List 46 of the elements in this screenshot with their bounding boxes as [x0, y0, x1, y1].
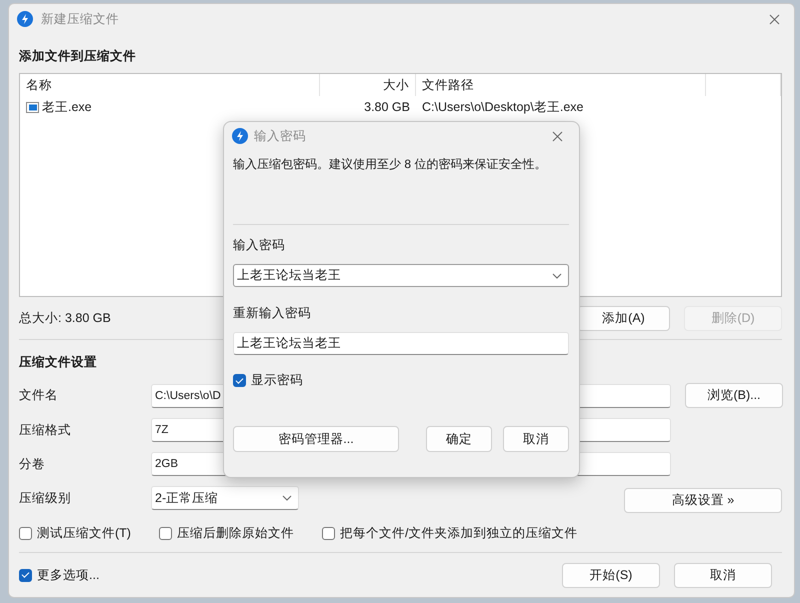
- field-label: 重新输入密码: [233, 305, 312, 322]
- total-size: 总大小: 3.80 GB: [19, 310, 111, 326]
- dialog-title: 输入密码: [254, 128, 307, 144]
- app-logo-icon: [232, 128, 248, 144]
- checkbox-label[interactable]: 更多选项...: [37, 566, 100, 584]
- checkbox[interactable]: [19, 527, 32, 540]
- section-heading: 添加文件到压缩文件: [19, 48, 137, 65]
- ok-button[interactable]: 确定: [426, 426, 492, 452]
- column-header[interactable]: 名称: [20, 74, 320, 96]
- dropdown[interactable]: 2-正常压缩: [151, 486, 299, 510]
- checkbox[interactable]: [233, 374, 246, 387]
- password-combo-box[interactable]: 上老王论坛当老王: [233, 264, 569, 287]
- column-header[interactable]: 大小: [320, 74, 416, 96]
- cancel-button[interactable]: 取消: [503, 426, 569, 452]
- advanced-settings-button[interactable]: 高级设置 »: [624, 488, 782, 513]
- field-label: 分卷: [19, 456, 46, 472]
- password-manager-button[interactable]: 密码管理器...: [233, 426, 399, 452]
- file-path: C:\Users\o\Desktop\老王.exe: [421, 98, 584, 116]
- dialog-message: 输入压缩包密码。建议使用至少 8 位的密码来保证安全性。: [233, 156, 548, 173]
- start-button[interactable]: 开始(S): [562, 562, 660, 588]
- field-label: 压缩级别: [19, 490, 72, 506]
- window-title: 新建压缩文件: [41, 10, 120, 28]
- file-icon: [26, 102, 39, 112]
- input-field[interactable]: 上老王论坛当老王: [233, 332, 569, 355]
- field-label: 文件名: [19, 387, 59, 404]
- field-label: 压缩格式: [19, 422, 72, 438]
- file-name[interactable]: 老王.exe: [20, 98, 320, 116]
- checkbox-label[interactable]: 压缩后删除原始文件: [176, 525, 294, 542]
- checkbox[interactable]: [322, 527, 335, 540]
- column-header[interactable]: 文件路径: [416, 74, 706, 96]
- close-icon[interactable]: [769, 14, 780, 24]
- add-button[interactable]: 添加(A): [577, 306, 670, 330]
- checkbox[interactable]: [19, 568, 32, 582]
- checkbox-label[interactable]: 测试压缩文件(T): [37, 525, 131, 542]
- browse-button[interactable]: 浏览(B)...: [685, 383, 783, 408]
- cancel-button[interactable]: 取消: [674, 562, 772, 588]
- close-icon[interactable]: [552, 130, 563, 142]
- checkbox-label[interactable]: 把每个文件/文件夹添加到独立的压缩文件: [340, 525, 578, 542]
- section-heading: 压缩文件设置: [19, 354, 98, 371]
- file-size: 3.80 GB: [363, 100, 411, 114]
- chevron-down-icon: [552, 272, 562, 278]
- checkbox-label[interactable]: 显示密码: [251, 372, 303, 389]
- field-label: 输入密码: [233, 237, 286, 254]
- app-logo-icon: [17, 11, 33, 27]
- chevron-down-icon: [282, 495, 292, 501]
- checkbox[interactable]: [158, 527, 172, 540]
